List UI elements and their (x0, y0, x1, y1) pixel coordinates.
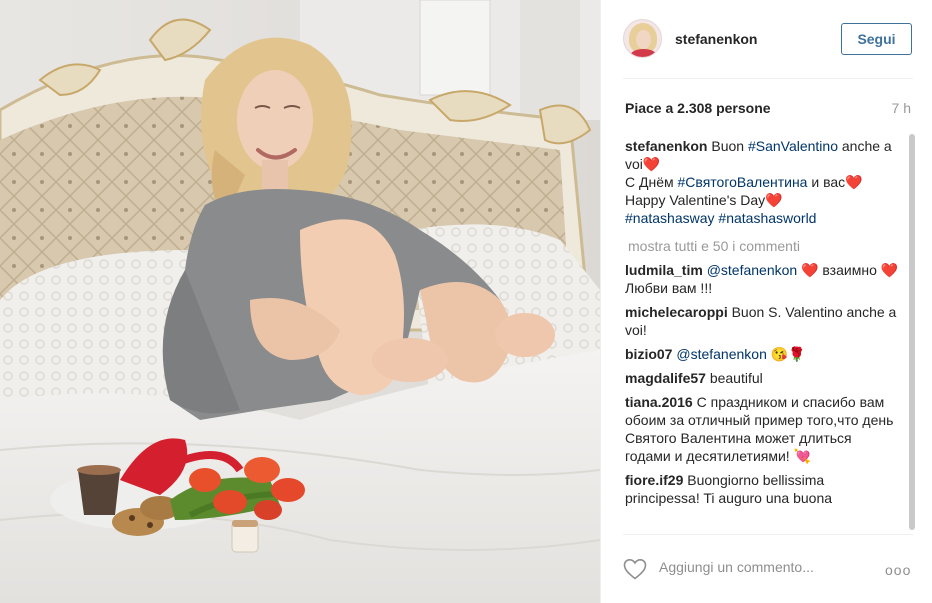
caption-text: Happy Valentine's Day (625, 192, 766, 208)
comment-item: tiana.2016 С праздником и спасибо вам об… (625, 393, 899, 465)
caption-username[interactable]: stefanenkon (625, 138, 707, 154)
post-photo[interactable] (0, 0, 600, 603)
avatar[interactable] (623, 19, 662, 58)
avatar-face (636, 30, 651, 49)
comment-text: Любви вам !!! (625, 280, 713, 296)
hashtag-link[interactable]: #natashasworld (718, 210, 816, 226)
comment-username[interactable]: michelecaroppi (625, 304, 728, 320)
instagram-post: stefanenkon Segui Piace a 2.308 persone … (0, 0, 932, 603)
caption: stefanenkon Buon #SanValentino anche a v… (625, 137, 899, 227)
comment-item: michelecaroppi Buon S. Valentino anche a… (625, 303, 899, 339)
heart-outline-icon[interactable] (623, 558, 647, 580)
caption-text: Buon (707, 138, 748, 154)
caption-text: С Днём (625, 174, 678, 190)
comment-username[interactable]: fiore.if29 (625, 472, 683, 488)
post-time[interactable]: 7 h (892, 100, 911, 116)
post-footer: Aggiungi un commento... ooo (601, 534, 932, 603)
hashtag-link[interactable]: #СвятогоВалентина (678, 174, 808, 190)
comment-text: 😘🌹 (766, 346, 806, 362)
comment-username[interactable]: tiana.2016 (625, 394, 693, 410)
caption-text: и вас (807, 174, 846, 190)
comment-item: ludmila_tim @stefanenkon ❤️ взаимно ❤️ Лю… (625, 261, 899, 297)
heart-emoji-icon: ❤️ (845, 174, 863, 190)
follow-button[interactable]: Segui (841, 23, 912, 55)
comment-item: fiore.if29 Buongiorno bellissima princip… (625, 471, 899, 507)
username-link[interactable]: stefanenkon (675, 31, 757, 47)
comments-scrollbar[interactable] (909, 134, 915, 530)
comment-username[interactable]: bizio07 (625, 346, 672, 362)
comment-item: bizio07 @stefanenkon 😘🌹 (625, 345, 899, 363)
likes-count[interactable]: Piace a 2.308 persone (625, 100, 771, 116)
heart-emoji-icon: ❤️ (642, 156, 661, 172)
comment-text: взаимно (818, 262, 881, 278)
post-side-panel: stefanenkon Segui Piace a 2.308 persone … (600, 0, 932, 603)
scrollbar-thumb[interactable] (909, 134, 915, 530)
hashtag-link[interactable]: #SanValentino (748, 138, 838, 154)
post-header: stefanenkon Segui (601, 0, 932, 78)
mention-link[interactable]: @stefanenkon (707, 262, 798, 278)
show-all-comments-link[interactable]: mostra tutti e 50 i commenti (628, 237, 899, 255)
comments-list: stefanenkon Buon #SanValentino anche a v… (625, 137, 899, 529)
heart-emoji-icon: ❤️ (801, 262, 819, 278)
heart-emoji-icon: ❤️ (880, 262, 899, 278)
add-comment-input[interactable]: Aggiungi un commento... (659, 559, 814, 575)
heart-emoji-icon: ❤️ (765, 192, 783, 208)
header-divider (623, 78, 913, 79)
comment-item: magdalife57 beautiful (625, 369, 899, 387)
comment-username[interactable]: ludmila_tim (625, 262, 703, 278)
comment-username[interactable]: magdalife57 (625, 370, 706, 386)
photo-illustration (0, 0, 600, 603)
avatar-dress (630, 49, 657, 57)
comment-text: beautiful (705, 370, 763, 386)
ellipsis-icon[interactable]: ooo (885, 562, 911, 578)
hashtag-link[interactable]: #natashasway (625, 210, 715, 226)
mention-link[interactable]: @stefanenkon (676, 346, 767, 362)
